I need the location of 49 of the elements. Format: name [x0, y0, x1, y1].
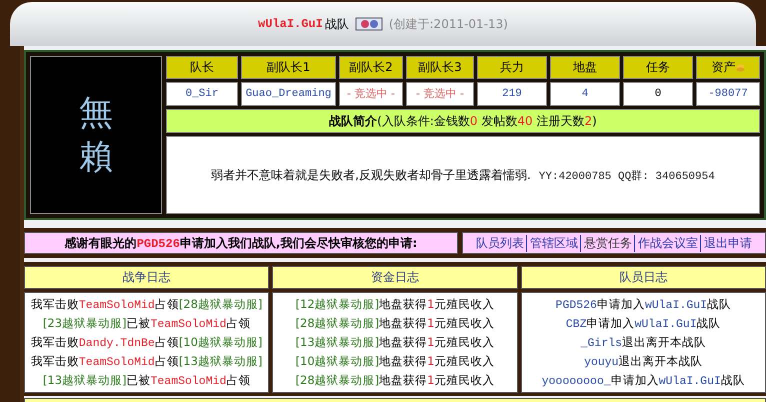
- nav-link[interactable]: 退出申请: [700, 234, 752, 252]
- motto-text: 弱者并不意味着就是失败者,反观失败者却骨子里透露着懦弱.: [211, 166, 531, 184]
- table-cell: - 竞选中 -: [406, 82, 474, 106]
- log-entry: [28越狱暴动服]地盘获得1元殖民收入: [294, 372, 496, 389]
- log-entry: PGD526申请加入wUlaI.GuI战队: [554, 296, 732, 314]
- intro-header: 战队简介(入队条件:金钱数0 发帖数40 注册天数2): [166, 109, 760, 133]
- nav-link[interactable]: 悬赏任务: [580, 234, 632, 252]
- column-header: 副队长2: [339, 56, 403, 79]
- log-entry: _Girls退出离开本战队: [580, 334, 708, 352]
- table-cell: -98077: [696, 82, 760, 106]
- column-header: 队长: [166, 56, 238, 79]
- column-header: 兵力: [477, 56, 547, 79]
- nav-link[interactable]: 队员列表: [476, 234, 524, 252]
- column-header: 资产: [696, 56, 760, 79]
- column-header: 副队长3: [406, 56, 474, 79]
- column-header: 副队长1: [241, 56, 336, 79]
- table-cell: Guao_Dreaming: [241, 82, 336, 106]
- log-entry: 我军击败TeamSoloMid占领[28越狱暴动服]: [30, 296, 264, 314]
- table-cell: - 竞选中 -: [339, 82, 403, 106]
- log-title: 战争日志: [24, 266, 270, 289]
- created-date: (创建于:2011-01-13): [388, 16, 508, 32]
- log-entry: [23越狱暴动服]已被TeamSoloMid占领: [42, 315, 252, 333]
- notice-message: 感谢有眼光的PGD526申请加入我们战队,我们会尽快审核您的申请:: [24, 232, 458, 254]
- column-header: 地盘: [550, 56, 620, 79]
- table-cell: 219: [477, 82, 547, 106]
- log-entry: yoooooooo_申请加入wUlaI.GuI战队: [540, 372, 746, 390]
- team-suffix: 战队: [324, 16, 349, 32]
- log-title: 队员日志: [520, 266, 766, 289]
- table-cell: 4: [550, 82, 620, 106]
- table-cell: 0: [623, 82, 693, 106]
- team-name: wUlaI.GuI: [258, 17, 323, 31]
- contact-text: YY:42000785 QQ群: 340650954: [538, 169, 715, 182]
- coins-icon: [736, 64, 744, 72]
- log-entry: [13越狱暴动服]地盘获得1元殖民收入: [294, 334, 496, 351]
- log-title: 资金日志: [272, 266, 518, 289]
- avatar-badge-icon: [354, 16, 383, 32]
- log-entry: [28越狱暴动服]地盘获得1元殖民收入: [294, 315, 496, 332]
- log-entry: CBZ申请加入wUlaI.GuI战队: [564, 315, 722, 333]
- table-cell: 0_Sir: [166, 82, 238, 106]
- log-entry: [12越狱暴动服]地盘获得1元殖民收入: [294, 296, 496, 313]
- log-entry: 我军击败TeamSoloMid占领[13越狱暴动服]: [30, 353, 264, 371]
- nav-link[interactable]: 管辖区域: [526, 234, 578, 252]
- log-entry: 我军击败Dandy.TdnBe占领[10越狱暴动服]: [30, 334, 264, 352]
- log-entry: [13越狱暴动服]已被TeamSoloMid占领: [42, 372, 252, 390]
- log-entry: [10越狱暴动服]地盘获得1元殖民收入: [294, 353, 496, 370]
- nav-link[interactable]: 作战会议室: [634, 234, 698, 252]
- team-emblem: 無 賴: [30, 56, 162, 214]
- log-entry: youyu退出离开本战队: [583, 353, 704, 371]
- column-header: 任务: [623, 56, 693, 79]
